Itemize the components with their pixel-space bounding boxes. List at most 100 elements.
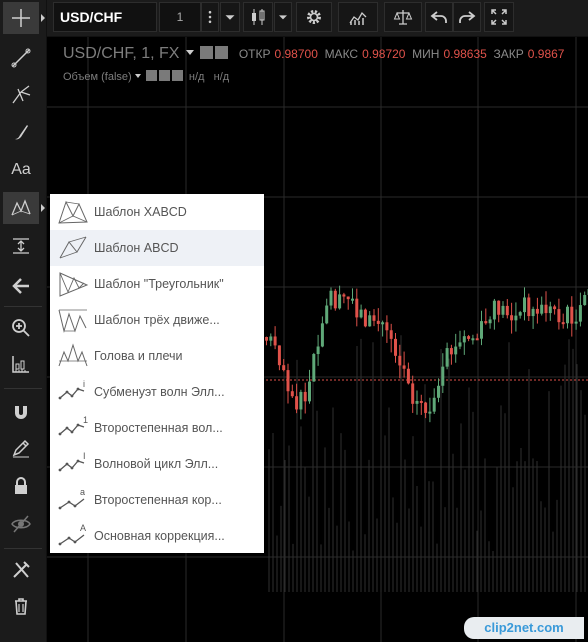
eye-icon[interactable]	[200, 46, 214, 59]
gear-icon[interactable]	[158, 70, 170, 81]
menu-item-xabcd-pattern[interactable]: Шаблон XABCD	[50, 194, 264, 230]
low-value: 0.98635	[443, 47, 487, 61]
pitchfork-icon	[12, 85, 31, 104]
elliott-subminuette-icon: i	[56, 377, 90, 407]
menu-item-triangle-pattern[interactable]: Шаблон "Треугольник"	[50, 266, 264, 302]
settings-tools-button[interactable]	[3, 554, 39, 586]
chevron-down-icon[interactable]	[134, 74, 141, 78]
ruler-icon	[12, 356, 29, 373]
indicators-button[interactable]	[338, 2, 378, 32]
undo-icon	[430, 11, 447, 23]
candle-body	[406, 368, 410, 384]
menu-item-head-shoulders[interactable]: Голова и плечи	[50, 338, 264, 374]
fullscreen-button[interactable]	[484, 2, 514, 32]
tools-icon	[13, 561, 30, 578]
candle-body	[471, 338, 475, 341]
settings-button[interactable]	[296, 2, 332, 32]
magnet-button[interactable]	[3, 396, 39, 428]
candle-body	[320, 323, 324, 347]
low-label: МИН	[412, 47, 440, 61]
measure-tool-button[interactable]	[3, 230, 39, 262]
arrow-left-icon	[12, 278, 29, 294]
compare-button[interactable]	[384, 2, 422, 32]
candle-body	[299, 391, 303, 410]
trash-icon	[15, 598, 27, 615]
chart-style-button[interactable]	[243, 2, 273, 32]
hide-drawings-button[interactable]	[3, 508, 39, 540]
candle-body	[316, 346, 320, 355]
candle-body	[419, 400, 423, 403]
ruler-tool-button[interactable]	[3, 348, 39, 380]
three-drives-pattern-icon	[56, 305, 90, 335]
candle-body	[523, 297, 526, 313]
symbol-input[interactable]: USD/CHF	[53, 2, 157, 32]
remove-tool-button[interactable]	[3, 270, 39, 302]
candle-body	[574, 321, 578, 324]
menu-item-elliott-minor-correction[interactable]: a Второстепенная кор...	[50, 482, 264, 518]
candle-body	[273, 336, 277, 346]
menu-item-elliott-cycle[interactable]: I Волновой цикл Элл...	[50, 446, 264, 482]
candle-body	[265, 337, 268, 341]
menu-item-elliott-major-correction[interactable]: A Основная коррекция...	[50, 518, 264, 554]
candle-body	[329, 290, 333, 306]
eye-icon[interactable]	[145, 70, 157, 81]
candle-body	[548, 306, 552, 314]
chevron-down-icon[interactable]	[185, 50, 194, 55]
candle-body	[269, 336, 273, 341]
menu-item-elliott-subminuette[interactable]: i Субменуэт волн Элл...	[50, 374, 264, 410]
brush-tool-button[interactable]	[3, 116, 39, 148]
stay-in-drawing-mode-button[interactable]	[3, 432, 39, 464]
patterns-tool-button[interactable]	[3, 192, 45, 224]
candle-body	[475, 338, 479, 341]
candle-body	[325, 305, 329, 324]
candle-body	[277, 345, 281, 366]
candle-body	[510, 315, 514, 321]
undo-button[interactable]	[425, 2, 453, 32]
candle-body	[492, 300, 496, 320]
trend-line-tool-button[interactable]	[3, 42, 39, 74]
lock-drawings-button[interactable]	[3, 470, 39, 502]
menu-item-label: Субменуэт волн Элл...	[94, 385, 225, 399]
chevron-down-icon	[225, 15, 235, 20]
candle-body	[458, 342, 462, 347]
candle-body	[497, 300, 501, 315]
interval-dropdown-button[interactable]	[220, 2, 240, 32]
fullscreen-icon	[491, 9, 507, 25]
redo-button[interactable]	[453, 2, 481, 32]
candle-body	[398, 355, 402, 366]
zoom-in-icon	[12, 319, 30, 337]
text-tool-label: Aa	[11, 161, 31, 178]
menu-item-three-drives-pattern[interactable]: Шаблон трёх движе...	[50, 302, 264, 338]
head-shoulders-icon	[56, 341, 90, 371]
candle-body	[381, 322, 385, 325]
close-icon[interactable]	[171, 70, 183, 81]
delete-drawings-button[interactable]	[3, 590, 39, 622]
interval-input[interactable]: 1	[159, 2, 201, 32]
candle-body	[578, 305, 582, 322]
magnet-icon	[15, 406, 27, 419]
interval-menu-button[interactable]	[201, 2, 219, 32]
text-tool-button[interactable]: Aa	[3, 154, 39, 186]
chart-style-dropdown-button[interactable]	[274, 2, 292, 32]
volume-value-1: н/д	[188, 71, 205, 83]
gear-icon[interactable]	[215, 46, 229, 59]
candle-body	[402, 365, 406, 369]
elliott-minor-correction-icon: a	[56, 485, 90, 515]
watermark: clip2net.com	[464, 617, 584, 639]
crosshair-tool-button[interactable]	[3, 2, 45, 34]
measure-icon	[13, 238, 29, 254]
open-label: ОТКР	[238, 47, 271, 61]
zoom-in-button[interactable]	[3, 312, 39, 344]
pitchfork-tool-button[interactable]	[3, 78, 39, 110]
menu-item-label: Шаблон "Треугольник"	[94, 277, 224, 291]
high-label: МАКС	[324, 47, 359, 61]
candle-body	[424, 402, 428, 413]
candle-body	[462, 336, 466, 343]
candle-body	[484, 321, 488, 324]
menu-item-elliott-minor-wave[interactable]: 1 Второстепенная вол...	[50, 410, 264, 446]
candle-body	[527, 297, 531, 317]
menu-item-abcd-pattern[interactable]: Шаблон ABCD	[50, 230, 264, 266]
triangle-pattern-icon	[56, 269, 90, 299]
menu-item-label: Волновой цикл Элл...	[94, 457, 219, 471]
elliott-major-correction-icon: A	[56, 521, 90, 551]
